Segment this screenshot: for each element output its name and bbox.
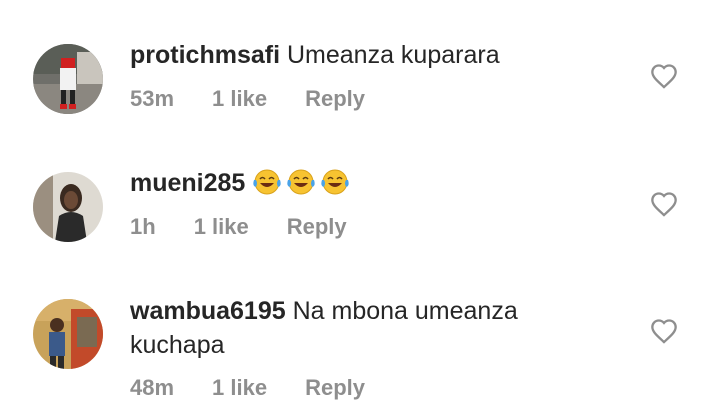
comment-username[interactable]: wambua6195 (130, 297, 286, 325)
comment-text: protichmsafi Umeanza kuparara (130, 38, 570, 72)
comment-item: protichmsafi Umeanza kuparara 53m 1 like R… (0, 0, 720, 130)
avatar[interactable] (33, 299, 103, 369)
comment-likes[interactable]: 1 like (194, 214, 249, 239)
comment-meta: 53m 1 like Reply (130, 86, 403, 112)
comment-body: Umeanza kuparara (286, 41, 500, 69)
reply-button[interactable]: Reply (305, 86, 365, 111)
heart-outline-icon[interactable] (650, 318, 678, 344)
avatar[interactable] (33, 172, 103, 242)
reply-button[interactable]: Reply (305, 375, 365, 400)
comment-text: mueni285 (130, 166, 570, 200)
reply-button[interactable]: Reply (287, 214, 347, 239)
comment-item: mueni285 1h 1 like Reply (0, 130, 720, 260)
face-with-tears-of-joy-icon (321, 169, 349, 195)
comment-time: 48m (130, 375, 175, 400)
comment-likes[interactable]: 1 like (212, 375, 267, 400)
comment-time: 1h (130, 214, 156, 239)
face-with-tears-of-joy-icon (253, 169, 281, 195)
comment-meta: 48m 1 like Reply (130, 375, 403, 401)
comment-time: 53m (130, 86, 175, 111)
comment-item: wambua6195 Na mbona umeanza kuchapa 48m 1… (0, 260, 720, 408)
comment-username[interactable]: protichmsafi (130, 41, 280, 69)
comment-text: wambua6195 Na mbona umeanza kuchapa (130, 294, 570, 362)
heart-outline-icon[interactable] (650, 191, 678, 217)
comment-likes[interactable]: 1 like (212, 86, 267, 111)
comment-meta: 1h 1 like Reply (130, 214, 385, 240)
heart-outline-icon[interactable] (650, 63, 678, 89)
comment-username[interactable]: mueni285 (130, 169, 245, 197)
face-with-tears-of-joy-icon (287, 169, 315, 195)
avatar[interactable] (33, 44, 103, 114)
